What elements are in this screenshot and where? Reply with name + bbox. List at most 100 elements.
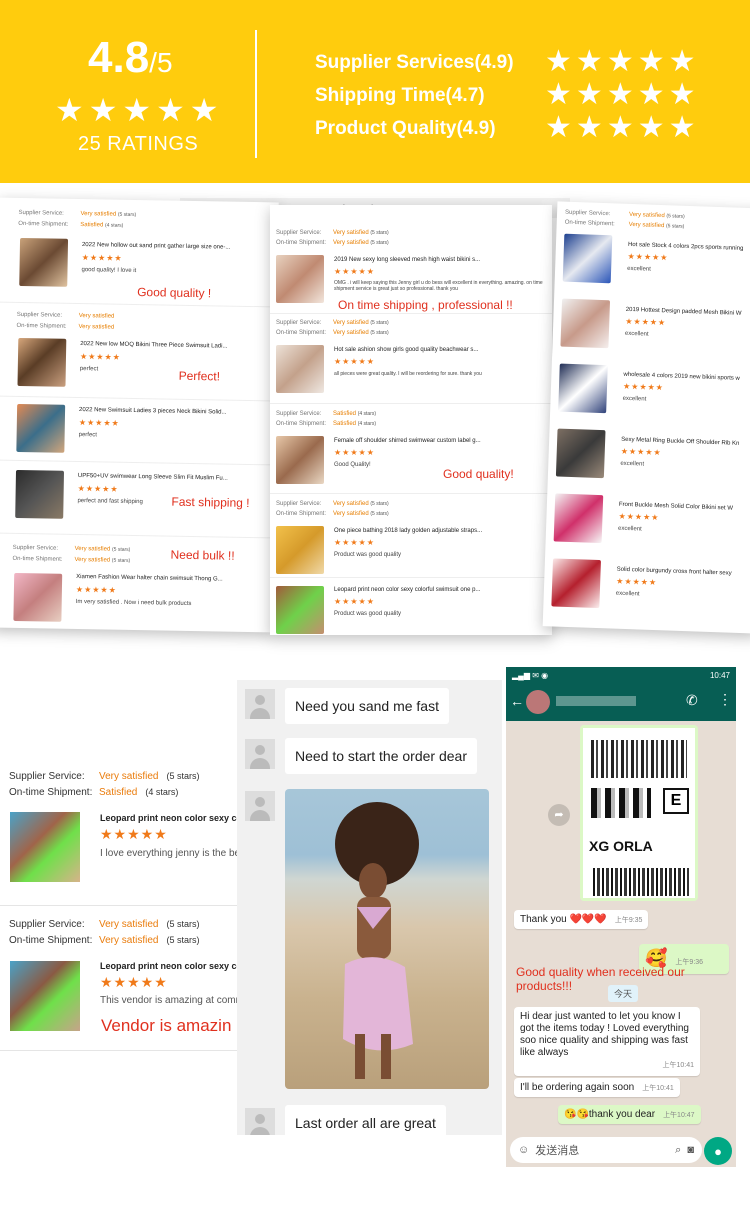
ontime-shipment-label: On-time Shipment: [16,322,67,330]
review-item: 2019 Hottest Design padded Mesh Bikini W… [554,298,750,349]
rating-stars: ★★★★★ [625,316,667,328]
rating-stars: ★★★★★ [334,357,375,366]
review-comment: I love everything jenny is the bes [100,848,246,859]
product-quality-metric: Product Quality(4.9) [315,118,496,139]
ontime-shipment-value: Very satisfied (5 stars) [333,511,389,517]
chat-conversation: Need you sand me fast Need to start the … [237,680,502,1135]
ontime-shipment-label: On-time Shipment: [276,330,327,336]
chat-photo[interactable] [285,789,489,1089]
supplier-service-value: Very satisfied (5 stars) [628,211,685,220]
product-title: Solid color burgundy cross front halter … [616,566,732,577]
product-title: UPF50+UV swimwear Long Sleeve Slim Fit M… [77,473,228,482]
review-comment: all pieces were great quality. I will be… [334,371,482,377]
rating-stars: ★★★★★ [334,448,375,457]
review-comment: Product was good quality [334,611,402,617]
handwritten-note: Perfect! [178,368,221,384]
review-item: Supplier Service: Very satisfied (5 star… [0,543,273,622]
rating-stars: ★★★★★ [81,253,123,263]
supplier-service-value: Very satisfied (5 stars) [333,320,389,326]
rating-stars: ★★★★★ [618,511,660,523]
ontime-shipment-label: On-time Shipment: [276,511,327,517]
product-title: 2019 New sexy long sleeved mesh high wai… [334,257,481,263]
star-icon: ★ [668,45,696,78]
avatar [245,739,275,769]
star-half-icon: ★ [668,78,696,111]
review-comment: OMG . i will keep saying this Jenny girl… [334,280,543,292]
star-icon: ★ [668,111,696,144]
back-arrow-icon[interactable]: ← [510,693,524,709]
avatar [245,1108,275,1135]
rating-stars: ★★★★★ [79,352,121,362]
review-comment: perfect [79,366,99,373]
supplier-service-label: Supplier Service: [276,320,322,326]
product-thumbnail [276,586,324,634]
review-item: Supplier Service: Very satisfied (5 star… [557,209,750,230]
product-thumbnail [562,233,613,284]
review-item: 2022 New Swimsuit Ladies 3 pieces Neck B… [0,402,275,453]
product-thumbnail [276,255,324,303]
more-icon[interactable]: ⋮ [718,691,732,708]
chat-message: Need to start the order dear [285,738,477,774]
review-comment: excellent [622,395,647,403]
star-icon: ★ [575,111,603,144]
rating-stars: ★★★★★ [100,826,168,842]
product-thumbnail [553,493,604,544]
forward-icon[interactable]: ➦ [548,804,570,826]
attach-icon[interactable]: ⌕ [675,1144,681,1157]
rating-stars: ★★★★★ [620,446,662,458]
star-icon: ★ [88,92,118,128]
review-comment: perfect [78,432,98,439]
rating-stars: ★★★★★ [334,597,375,606]
star-icon: ★ [637,78,665,111]
banner-divider [255,30,257,158]
handwritten-note: On time shipping , professional !! [338,298,513,312]
review-comment: excellent [620,460,645,468]
handwritten-note: Fast shipping ! [171,494,250,511]
separator [270,403,552,404]
message-in: I'll be ordering again soon 上午10:41 [514,1078,680,1097]
product-thumbnail [13,572,63,622]
review-item: Front Buckle Mesh Solid Color Bikini set… [547,493,750,544]
supplier-service-value: Satisfied (4 stars) [333,411,377,417]
supplier-service-value: Very satisfied [78,313,115,320]
camera-icon[interactable]: ◙ [687,1144,694,1156]
supplier-service-value: Very satisfied (5 stars) [333,501,389,507]
separator [270,313,552,314]
review-comment: excellent [627,265,651,273]
rating-stars: ★★★★★ [78,418,120,428]
emoji-icon[interactable]: ☺ [518,1144,529,1156]
review-comment: excellent [617,525,642,533]
message-in: Thank you ❤️❤️❤️ 上午9:35 [514,910,649,929]
message-input[interactable]: ☺ 发送消息 ⌕ ◙ [510,1137,702,1163]
mic-icon: ● [714,1143,722,1159]
contact-avatar[interactable] [526,690,550,714]
ontime-shipment-label: On-time Shipment: [564,219,615,228]
mic-button[interactable]: ● [704,1137,732,1165]
score-value: 4.8 [88,33,150,82]
star-icon: ★ [189,92,219,128]
overall-score: 4.8/5 [88,33,173,83]
review-comment: This vendor is amazing at comm [100,995,244,1006]
call-icon[interactable]: ✆ [686,692,698,709]
product-title: Female off shoulder shirred swimwear cus… [334,438,481,444]
ontime-shipment-value: Very satisfied (5 stars) [99,935,200,946]
review-panel-lower: Supplier Service: Very satisfied (5 stars… [0,757,245,1057]
review-item: Sexy Metal Ring Buckle Off Shoulder Rib … [550,428,750,479]
review-card-2: Supplier Service: Very satisfied (5 star… [270,205,552,635]
label-text: XG ORLA [589,838,653,854]
supplier-service-value: Very satisfied (5 stars) [80,211,137,218]
shipping-label-image[interactable]: E XG ORLA [580,725,698,901]
product-thumbnail [19,237,69,287]
separator [0,459,275,466]
message-placeholder: 发送消息 [535,1145,580,1157]
rating-stars: ★★★★★ [75,584,117,595]
contact-name-redacted [556,696,636,706]
ontime-shipment-value: Very satisfied (5 stars) [333,240,389,246]
product-title: Xiamen Fashion Wear halter chain swimsui… [76,573,223,583]
ontime-shipment-label: On-time Shipment: [18,220,69,228]
separator [270,493,552,494]
message-in: Hi dear just wanted to let you know I go… [514,1007,700,1076]
product-title: 2019 Hottest Design padded Mesh Bikini W [625,306,742,317]
rating-stars: ★★★★★ [334,538,375,547]
product-thumbnail [558,363,608,414]
